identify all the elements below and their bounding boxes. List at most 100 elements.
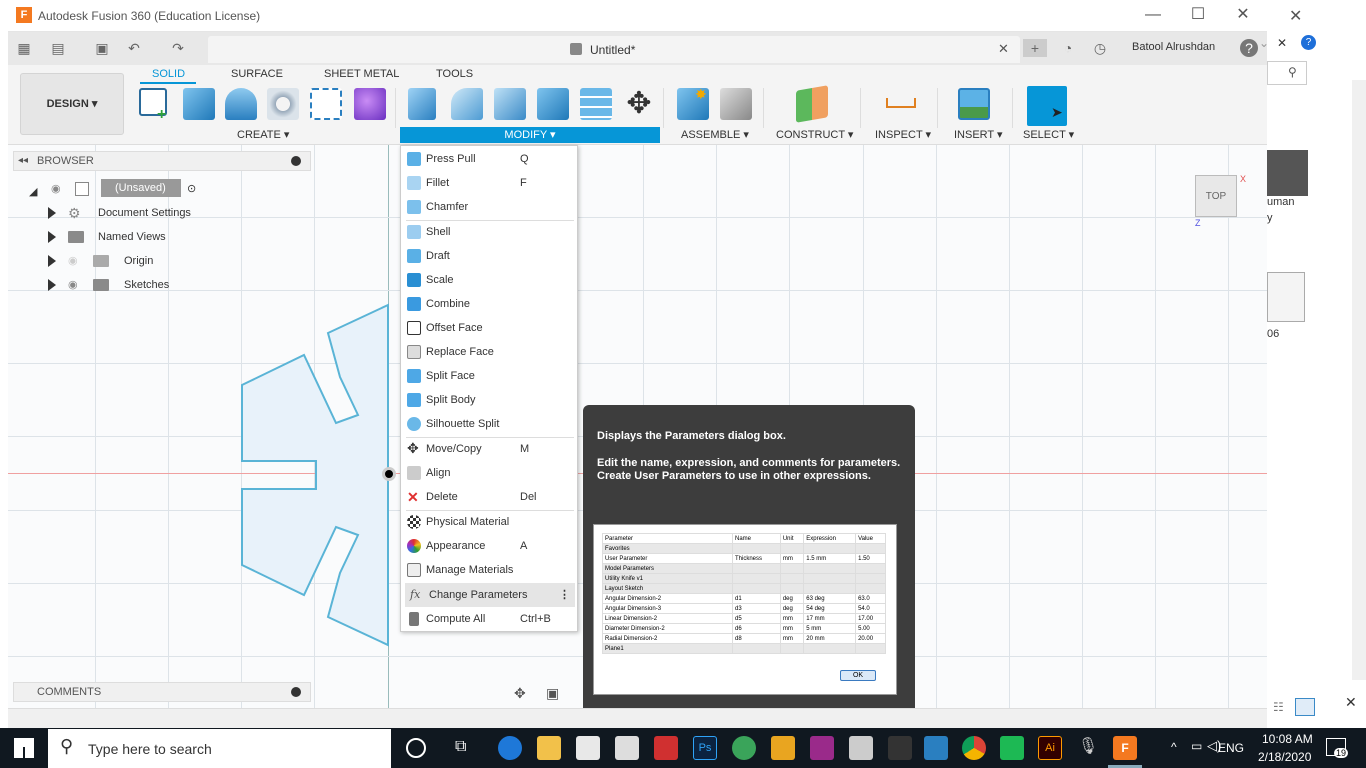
collapse-icon[interactable]: ◂◂ [18, 155, 28, 166]
file-icon[interactable]: ▤ [48, 39, 68, 57]
mail-icon[interactable] [615, 736, 639, 760]
tab-tools[interactable]: TOOLS [436, 68, 473, 80]
help-icon[interactable]: ? [1240, 39, 1258, 57]
winrar-icon[interactable] [810, 736, 834, 760]
close-tab-icon[interactable]: ✕ [998, 41, 1009, 57]
group-construct[interactable]: CONSTRUCT ▾ [776, 128, 853, 141]
joint-icon[interactable] [720, 88, 752, 120]
origin-point[interactable] [382, 467, 396, 481]
close-button[interactable]: ✕ [1220, 0, 1266, 32]
clock-icon[interactable]: ◷ [1090, 39, 1110, 57]
expand-icon[interactable] [48, 207, 56, 219]
browser-header[interactable]: ◂◂ BROWSER [13, 151, 311, 171]
press-pull-icon[interactable] [408, 88, 436, 120]
expand-icon[interactable] [48, 279, 56, 291]
look-at-icon[interactable]: ▣ [546, 685, 559, 702]
menu-item-physical-material[interactable]: Physical Material [402, 510, 578, 534]
comments-panel[interactable]: COMMENTS [13, 682, 311, 702]
menu-item-manage-materials[interactable]: Manage Materials [402, 558, 578, 582]
browser-item-named-views[interactable]: Named Views [48, 227, 228, 247]
minimize-button[interactable]: — [1130, 0, 1176, 32]
browser-item-document-settings[interactable]: ⚙ Document Settings [48, 203, 228, 223]
tab-solid[interactable]: SOLID [152, 68, 185, 80]
menu-item-move-copy[interactable]: ✥ Move/Copy M [402, 437, 578, 461]
document-tab[interactable]: Untitled* ✕ [208, 36, 1020, 63]
menu-item-combine[interactable]: Combine [402, 292, 578, 316]
illustrator-icon[interactable]: Ai [1038, 736, 1062, 760]
extrude-icon[interactable] [183, 88, 215, 120]
store-icon[interactable] [576, 736, 600, 760]
photoshop-icon[interactable]: Ps [693, 736, 717, 760]
clock-time[interactable]: 10:08 AM [1262, 732, 1313, 746]
edge-icon[interactable] [498, 736, 522, 760]
measure-icon[interactable] [886, 98, 916, 108]
fusion-icon[interactable]: F [1113, 736, 1137, 760]
group-inspect[interactable]: INSPECT ▾ [875, 128, 931, 141]
microphone-icon[interactable]: 🎙 [1076, 736, 1100, 760]
eye-icon[interactable]: ◉ [51, 179, 61, 199]
view-mode-icon[interactable] [1295, 698, 1315, 716]
offset-plane-icon[interactable] [796, 85, 828, 123]
revolve-icon[interactable] [225, 88, 257, 120]
redo-icon[interactable]: ↷ [168, 39, 188, 57]
menu-item-fillet[interactable]: Fillet F [402, 171, 578, 195]
clock-date[interactable]: 2/18/2020 [1258, 750, 1311, 764]
menu-item-offset-face[interactable]: Offset Face [402, 316, 578, 340]
language-indicator[interactable]: ENG [1218, 741, 1244, 755]
cortana-icon[interactable] [406, 738, 426, 758]
create-form-icon[interactable] [354, 88, 386, 120]
workspace-switcher[interactable]: DESIGN ▾ [20, 73, 124, 135]
taskbar-search[interactable]: ⚲ Type here to search [48, 729, 391, 768]
maximize-button[interactable]: ☐ [1175, 0, 1221, 32]
menu-item-split-face[interactable]: Split Face [402, 364, 578, 388]
menu-item-chamfer[interactable]: Chamfer [402, 195, 578, 219]
browser-item-origin[interactable]: ◉ Origin [48, 251, 228, 271]
chrome-icon[interactable] [962, 736, 986, 760]
shield-icon[interactable] [1000, 736, 1024, 760]
minimize-icon[interactable]: ⌄ [1259, 36, 1269, 50]
save-icon[interactable]: ▣ [92, 39, 112, 57]
eye-icon[interactable]: ◉ [68, 275, 78, 295]
expand-icon[interactable] [48, 231, 56, 243]
pattern-icon[interactable] [310, 88, 342, 120]
minimize-panel-icon[interactable] [291, 156, 301, 166]
orbit-icon[interactable]: ✥ [514, 685, 526, 702]
menu-item-split-body[interactable]: Split Body [402, 388, 578, 412]
group-assemble[interactable]: ASSEMBLE ▾ [681, 128, 749, 141]
user-name[interactable]: Batool Alrushdan [1132, 41, 1215, 53]
hole-icon[interactable] [267, 88, 299, 120]
move-copy-icon[interactable]: ✥ [622, 88, 656, 122]
group-insert[interactable]: INSERT ▾ [954, 128, 1003, 141]
split-body-icon[interactable] [580, 88, 612, 120]
eye-hidden-icon[interactable]: ◉ [68, 251, 78, 271]
app-icon[interactable] [924, 736, 948, 760]
menu-item-scale[interactable]: Scale [402, 268, 578, 292]
tab-surface[interactable]: SURFACE [231, 68, 283, 80]
menu-item-press-pull[interactable]: Press Pull Q [402, 147, 578, 171]
close-icon[interactable]: ✕ [1345, 694, 1357, 711]
combine-icon[interactable] [537, 88, 569, 120]
undo-icon[interactable]: ↶ [124, 39, 144, 57]
menu-item-appearance[interactable]: Appearance A [402, 534, 578, 558]
app-icon[interactable] [849, 736, 873, 760]
fillet-icon[interactable] [451, 88, 483, 120]
app-icon[interactable] [732, 736, 756, 760]
task-view-icon[interactable]: ⧉ [455, 738, 466, 756]
menu-item-shell[interactable]: Shell [402, 220, 578, 244]
tab-sheet-metal[interactable]: SHEET METAL [324, 68, 399, 80]
view-cube[interactable]: TOP [1195, 175, 1237, 217]
close-icon[interactable]: ✕ [1277, 36, 1287, 50]
add-comment-icon[interactable] [291, 687, 301, 697]
view-mode-icon[interactable]: ☷ [1273, 700, 1284, 714]
expand-icon[interactable] [48, 255, 56, 267]
app-grid-icon[interactable]: ▦ [14, 39, 34, 57]
menu-item-change-parameters[interactable]: fx Change Parameters ⋮ [405, 583, 575, 607]
group-modify[interactable]: MODIFY ▾ [400, 127, 660, 143]
menu-item-draft[interactable]: Draft [402, 244, 578, 268]
menu-item-replace-face[interactable]: Replace Face [402, 340, 578, 364]
sketchup-icon[interactable] [654, 736, 678, 760]
menu-item-compute-all[interactable]: Compute All Ctrl+B [402, 607, 578, 631]
menu-item-align[interactable]: Align [402, 461, 578, 485]
windows-start-icon[interactable] [14, 738, 34, 758]
app-icon[interactable] [771, 736, 795, 760]
